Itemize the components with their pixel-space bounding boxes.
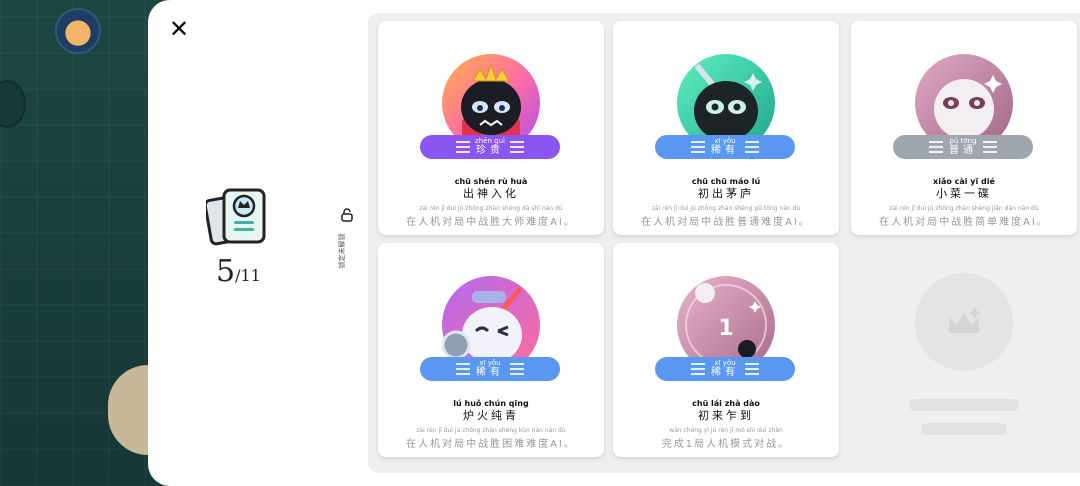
side-character [0,80,26,128]
locked-filter-toggle[interactable]: 锁定未解锁 [336,208,356,278]
rarity-label: 稀有 [476,367,504,378]
achievement-grid: zhēn guì 珍贵 chū shén rù huà 出神入化 zài rén… [368,13,1080,473]
achievement-card[interactable]: xī yǒu 稀有 lú huǒ chún qīng 炉火纯青 zài rén … [378,243,604,457]
locked-achievement-card[interactable] [851,243,1077,457]
achievement-count-total: /11 [235,266,261,285]
achievement-desc: 在人机对局中战胜普通难度AI。 [641,217,811,228]
achievement-desc-pinyin: wán chéng yī jú rén jī mó shì duì zhàn [669,427,783,434]
close-button[interactable]: ✕ [166,16,192,42]
close-icon: ✕ [168,15,190,43]
rarity-badge: xī yǒu 稀有 [420,357,560,381]
rarity-pinyin: xī yǒu [479,359,501,367]
rarity-pinyin: xī yǒu [714,137,736,145]
rarity-label: 稀有 [711,367,739,378]
svg-text:1: 1 [718,316,733,341]
locked-placeholder [915,273,1013,371]
achievement-name: 小菜一碟 [936,187,992,200]
rarity-label: 普通 [949,145,977,156]
achievement-name: 初来乍到 [698,409,754,422]
achievement-card[interactable]: 1 xī yǒu 稀有 chū lái zhà dào 初来乍到 wán ché… [613,243,839,457]
achievement-desc: 在人机对局中战胜简单难度AI。 [879,217,1049,228]
achievement-name: 初出茅庐 [698,187,754,200]
card-deck-icon [206,188,266,246]
achievement-name: 出神入化 [463,187,519,200]
rarity-badge: xī yǒu 稀有 [655,135,795,159]
achievement-card[interactable]: pǔ tōng 普通 xiǎo cài yī dié 小菜一碟 zài rén … [851,21,1077,235]
achievement-count: 5/11 [216,254,286,294]
achievement-name: 炉火纯青 [463,409,519,422]
rarity-badge: zhēn guì 珍贵 [420,135,560,159]
lock-icon [341,208,353,222]
player-avatar [55,8,101,54]
achievement-desc-pinyin: zài rén jī duì jú zhōng zhàn shèng kùn n… [416,427,566,434]
achievement-card[interactable]: zhēn guì 珍贵 chū shén rù huà 出神入化 zài rén… [378,21,604,235]
achievement-card[interactable]: xī yǒu 稀有 chū chū máo lú 初出茅庐 zài rén jī… [613,21,839,235]
rarity-pinyin: pǔ tōng [949,137,977,145]
locked-filter-label: 锁定未解锁 [338,233,346,269]
rarity-label: 珍贵 [476,145,504,156]
achievement-desc-pinyin: zài rén jī duì jú zhōng zhàn shèng dà sh… [419,205,563,212]
locked-title-placeholder [909,399,1019,411]
achievement-desc-pinyin: zài rén jī duì jú zhōng zhàn shèng pǔ tō… [651,205,801,212]
rarity-label: 稀有 [711,145,739,156]
achievement-desc: 在人机对局中战胜困难难度AI。 [406,439,576,450]
crown-silhouette-icon [949,307,981,333]
achievement-desc-pinyin: zài rén jī duì jú zhōng zhàn shèng jiǎn … [889,205,1039,212]
rarity-pinyin: xī yǒu [714,359,736,367]
rarity-badge: xī yǒu 稀有 [655,357,795,381]
rarity-pinyin: zhēn guì [475,137,505,145]
achievement-desc: 在人机对局中战胜大师难度AI。 [406,217,576,228]
achievement-desc: 完成1局人机模式对战。 [661,439,791,450]
rarity-badge: pǔ tōng 普通 [893,135,1033,159]
achievement-count-current: 5 [216,254,236,289]
locked-desc-placeholder [921,423,1007,435]
